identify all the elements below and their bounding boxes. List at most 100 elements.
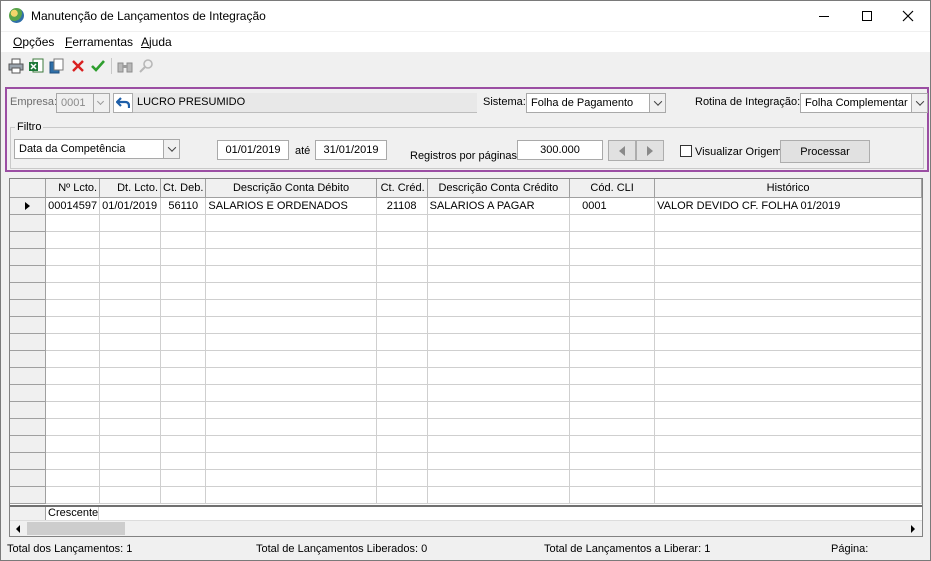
empty-cell[interactable] [205,435,377,453]
empty-cell[interactable] [45,469,101,487]
row-indicator[interactable] [10,435,47,453]
empty-cell[interactable] [45,384,101,402]
empty-cell[interactable] [99,418,162,436]
empty-cell[interactable] [376,333,428,351]
empty-cell[interactable] [654,265,922,283]
copy-icon[interactable] [49,58,65,74]
empty-cell[interactable] [99,316,162,334]
empty-cell[interactable] [205,401,377,419]
col-header-desc-debito[interactable]: Descrição Conta Débito [205,179,377,198]
empty-cell[interactable] [569,435,656,453]
empty-cell[interactable] [654,214,922,232]
prev-page-button[interactable] [608,140,636,161]
row-indicator[interactable] [10,265,47,283]
excel-export-icon[interactable] [28,58,44,74]
empty-cell[interactable] [569,384,656,402]
col-header-desc-credito[interactable]: Descrição Conta Crédito [427,179,571,198]
empty-cell[interactable] [654,469,922,487]
empty-cell[interactable] [45,299,101,317]
table-row-empty[interactable] [10,384,922,402]
maximize-button[interactable] [844,1,890,31]
empty-cell[interactable] [376,452,428,470]
empty-cell[interactable] [427,486,571,504]
empty-cell[interactable] [427,282,571,300]
empty-cell[interactable] [376,282,428,300]
empty-cell[interactable] [427,333,571,351]
empty-cell[interactable] [569,469,656,487]
row-indicator[interactable] [10,316,47,334]
table-row-empty[interactable] [10,452,922,470]
empty-cell[interactable] [569,248,656,266]
empty-cell[interactable] [427,418,571,436]
cell-dtlcto[interactable]: 01/01/2019 [99,197,162,215]
menu-ferramentas[interactable]: Ferramentas [65,35,133,49]
print-icon[interactable] [8,58,24,74]
empty-cell[interactable] [45,367,101,385]
menu-ajuda[interactable]: Ajuda [141,35,172,49]
empty-cell[interactable] [654,418,922,436]
scroll-left-button[interactable] [10,521,26,536]
empty-cell[interactable] [160,350,207,368]
row-indicator[interactable] [10,401,47,419]
table-row-empty[interactable] [10,299,922,317]
confirm-icon[interactable] [90,58,106,74]
empty-cell[interactable] [427,248,571,266]
empty-cell[interactable] [99,486,162,504]
empty-cell[interactable] [160,214,207,232]
close-button[interactable] [885,1,931,31]
scroll-right-button[interactable] [905,521,921,536]
processar-button[interactable]: Processar [780,140,870,163]
empty-cell[interactable] [99,401,162,419]
empty-cell[interactable] [376,401,428,419]
date-type-select[interactable]: Data da Competência [14,139,180,159]
empty-cell[interactable] [160,418,207,436]
empty-cell[interactable] [569,418,656,436]
rotina-arrow[interactable] [911,94,927,112]
table-row-empty[interactable] [10,231,922,249]
table-row-empty[interactable] [10,214,922,232]
empty-cell[interactable] [376,384,428,402]
row-indicator[interactable] [10,452,47,470]
empty-cell[interactable] [376,486,428,504]
table-row-empty[interactable] [10,367,922,385]
col-header-dtlcto[interactable]: Dt. Lcto. [99,179,162,198]
empty-cell[interactable] [376,248,428,266]
empty-cell[interactable] [205,265,377,283]
empty-cell[interactable] [427,299,571,317]
date-type-arrow[interactable] [163,140,179,158]
empty-cell[interactable] [205,469,377,487]
empty-cell[interactable] [205,367,377,385]
cell-desc-credito[interactable]: SALARIOS A PAGAR [427,197,571,215]
empty-cell[interactable] [427,350,571,368]
row-indicator[interactable] [10,486,47,504]
empty-cell[interactable] [160,316,207,334]
binoculars-icon[interactable] [117,58,133,74]
empty-cell[interactable] [427,384,571,402]
empty-cell[interactable] [376,435,428,453]
empty-cell[interactable] [45,435,101,453]
next-page-button[interactable] [636,140,664,161]
empty-cell[interactable] [160,367,207,385]
col-header-codcli[interactable]: Cód. CLI [569,179,656,198]
empty-cell[interactable] [427,469,571,487]
empty-cell[interactable] [99,214,162,232]
table-row-empty[interactable] [10,435,922,453]
empty-cell[interactable] [569,452,656,470]
row-indicator[interactable] [10,197,47,215]
empty-cell[interactable] [376,350,428,368]
empty-cell[interactable] [160,384,207,402]
cell-codcli[interactable]: 0001 [569,197,656,215]
col-header-ctdeb[interactable]: Ct. Deb. [160,179,207,198]
empty-cell[interactable] [99,384,162,402]
row-indicator[interactable] [10,367,47,385]
row-indicator[interactable] [10,214,47,232]
empty-cell[interactable] [654,231,922,249]
table-row-empty[interactable] [10,265,922,283]
table-row-empty[interactable] [10,333,922,351]
empty-cell[interactable] [654,350,922,368]
empty-cell[interactable] [45,401,101,419]
empty-cell[interactable] [99,452,162,470]
table-row-empty[interactable] [10,282,922,300]
empty-cell[interactable] [160,452,207,470]
empty-cell[interactable] [160,401,207,419]
